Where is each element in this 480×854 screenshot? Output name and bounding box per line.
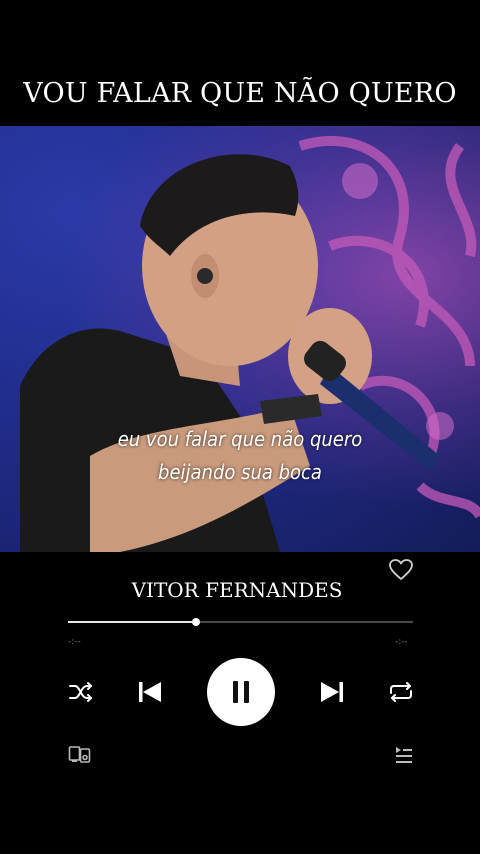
repeat-icon[interactable] xyxy=(387,680,415,704)
progress-bar[interactable] xyxy=(68,618,413,626)
song-title: VOU FALAR QUE NÃO QUERO xyxy=(23,78,457,109)
pause-icon-bar xyxy=(244,681,249,703)
lyric-line-1: eu vou falar que não quero xyxy=(117,427,363,451)
devices-icon[interactable] xyxy=(68,745,92,765)
pause-icon xyxy=(233,681,238,703)
queue-icon[interactable] xyxy=(394,746,414,766)
time-remaining: -:-- xyxy=(395,637,408,647)
previous-icon[interactable] xyxy=(137,680,163,704)
lyric-line-2: beijando sua boca xyxy=(158,460,322,484)
shuffle-icon[interactable] xyxy=(68,680,94,704)
singer-image xyxy=(20,135,480,552)
heart-icon[interactable] xyxy=(388,558,414,582)
progress-knob[interactable] xyxy=(191,618,200,626)
video-frame: eu vou falar que não quero beijando sua … xyxy=(0,126,480,552)
time-elapsed: -:-- xyxy=(68,637,81,647)
pause-button[interactable] xyxy=(207,658,275,726)
progress-fill xyxy=(68,621,196,623)
next-icon[interactable] xyxy=(319,680,345,704)
